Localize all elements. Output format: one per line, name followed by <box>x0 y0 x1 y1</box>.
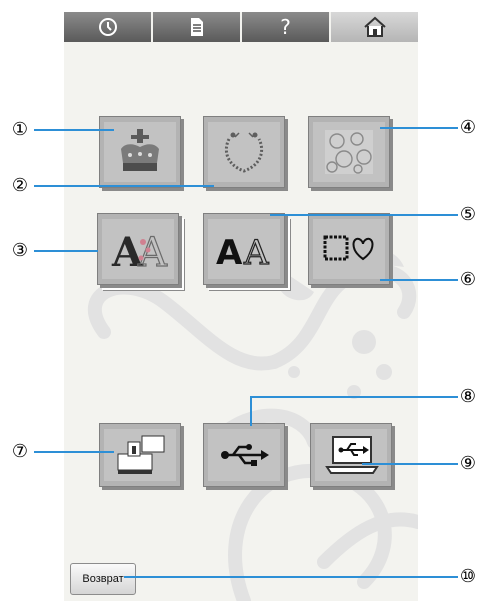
floral-alphabet-icon: A A <box>111 229 168 274</box>
computer-usb-icon <box>325 436 379 474</box>
svg-text:A: A <box>137 230 168 274</box>
callout-number-10: ⑩ <box>459 566 477 587</box>
character-font-button[interactable]: A A <box>203 213 285 285</box>
help-button[interactable]: ? <box>242 12 331 42</box>
help-icon: ? <box>280 15 291 39</box>
callout-number-6: ⑥ <box>459 269 477 290</box>
callout-number-8: ⑧ <box>459 386 477 407</box>
callout-line-7 <box>34 451 114 453</box>
clock-button[interactable] <box>64 12 153 42</box>
callout-line-3 <box>34 250 98 252</box>
document-button[interactable] <box>153 12 242 42</box>
floral-alphabet-button[interactable]: A A <box>97 213 179 285</box>
home-button[interactable] <box>331 12 418 42</box>
svg-text:A: A <box>243 233 269 273</box>
quilt-pattern-button[interactable] <box>308 116 390 188</box>
frame-pattern-icon <box>323 235 374 261</box>
callout-line-8 <box>250 396 458 398</box>
wreath-pattern-icon <box>224 132 264 173</box>
callout-line-9 <box>362 463 458 465</box>
clock-icon <box>98 18 117 36</box>
document-icon <box>190 18 203 36</box>
callout-number-9: ⑨ <box>459 453 477 474</box>
callout-number-4: ④ <box>459 117 477 138</box>
callout-number-3: ③ <box>11 240 29 261</box>
crown-pattern-button[interactable] <box>99 116 181 188</box>
top-toolbar: ? <box>64 12 418 42</box>
machine-memory-button[interactable] <box>99 423 181 487</box>
callout-line-8-vertical <box>250 396 252 426</box>
callout-line-2 <box>34 185 214 187</box>
quilt-pattern-icon <box>325 130 373 174</box>
back-button[interactable]: Возврат <box>70 563 136 595</box>
callout-number-7: ⑦ <box>11 441 29 462</box>
callout-number-5: ⑤ <box>459 204 477 225</box>
home-icon <box>363 16 386 37</box>
wreath-pattern-button[interactable] <box>203 116 285 188</box>
crown-pattern-icon <box>121 129 159 171</box>
callout-line-5 <box>270 214 458 216</box>
callout-number-2: ② <box>11 175 29 196</box>
callout-line-10 <box>124 576 458 578</box>
callout-line-6 <box>380 279 458 281</box>
usb-icon <box>221 444 269 466</box>
character-font-icon: A A <box>216 232 270 273</box>
computer-usb-button[interactable] <box>310 423 392 487</box>
svg-text:A: A <box>216 233 243 273</box>
callout-line-1 <box>34 129 114 131</box>
usb-button[interactable] <box>203 423 285 487</box>
callout-number-1: ① <box>11 119 29 140</box>
embroidery-machine-memory-icon <box>117 435 165 474</box>
callout-line-4 <box>380 127 458 129</box>
frame-pattern-button[interactable] <box>308 213 390 285</box>
